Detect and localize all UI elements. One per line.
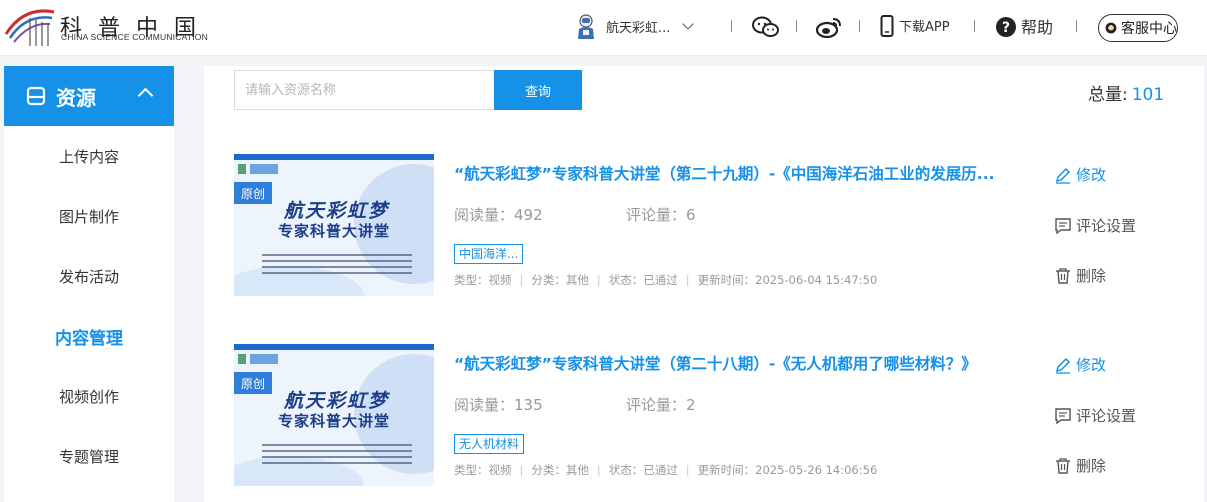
search-button[interactable]: 查询	[494, 70, 582, 110]
content-thumbnail[interactable]: 原创 航天彩虹梦 专家科普大讲堂	[234, 154, 434, 296]
content-meta: 类型：视频 | 分类：其他 | 状态：已通过 | 更新时间：2025-06-04 15:47…	[454, 273, 878, 287]
comment-icon	[1055, 407, 1071, 424]
divider	[731, 20, 732, 32]
download-app-link[interactable]: 下载APP	[899, 16, 950, 35]
edit-label: 修改	[1076, 356, 1107, 374]
content-updated-time: 更新时间：2025-05-26 14:06:56	[697, 463, 878, 477]
search-input[interactable]	[234, 70, 494, 110]
help-link[interactable]: 帮助	[1021, 14, 1053, 38]
sidebar-section-label: 资源	[56, 85, 96, 110]
headset-icon	[1105, 22, 1117, 34]
total-label: 总量:	[1088, 85, 1128, 105]
thumbnail-text-lines	[262, 254, 412, 278]
customer-service-button[interactable]: 客服中心	[1098, 14, 1178, 42]
content-category: 分类：其他	[531, 273, 589, 287]
sidebar-item-upload[interactable]: 上传内容	[4, 126, 174, 186]
thumbnail-subtitle: 专家科普大讲堂	[278, 412, 391, 430]
content-type: 类型：视频	[454, 463, 512, 477]
thumbnail-title: 航天彩虹梦	[284, 390, 390, 412]
sidebar-item-image-making[interactable]: 图片制作	[4, 186, 174, 246]
resource-icon	[26, 86, 46, 106]
comment-settings-button[interactable]: 评论设置	[1054, 405, 1136, 426]
delete-button[interactable]: 删除	[1054, 455, 1106, 476]
thumbnail-subtitle: 专家科普大讲堂	[278, 222, 391, 240]
read-count: 阅读量：492	[454, 206, 543, 224]
pencil-icon	[1055, 357, 1071, 374]
comment-count: 评论量：2	[626, 396, 696, 414]
comment-icon	[1055, 217, 1071, 234]
content-category: 分类：其他	[531, 463, 589, 477]
content-item: 原创 航天彩虹梦 专家科普大讲堂 “航天彩虹梦”专家科普大讲堂（第二十八期）-《…	[234, 344, 1184, 486]
site-logo[interactable]: 科普中国 CHINA SCIENCE COMMUNICATION	[4, 4, 244, 48]
content-meta: 类型：视频 | 分类：其他 | 状态：已通过 | 更新时间：2025-05-26 14:06…	[454, 463, 878, 477]
content-thumbnail[interactable]: 原创 航天彩虹梦 专家科普大讲堂	[234, 344, 434, 486]
help-icon: ?	[996, 17, 1016, 37]
total-count: 总量: 101	[1088, 80, 1164, 105]
content-panel: 查询 总量:101 原创 航天彩虹梦 专家科普大讲堂 “航天彩虹梦”专家科普大讲…	[204, 66, 1204, 502]
user-name: 航天彩虹...	[606, 20, 671, 36]
comment-settings-button[interactable]: 评论设置	[1054, 215, 1136, 236]
chevron-down-icon	[682, 18, 695, 30]
comment-count: 评论量：6	[626, 206, 696, 224]
content-item: 原创 航天彩虹梦 专家科普大讲堂 “航天彩虹梦”专家科普大讲堂（第二十九期）-《…	[234, 154, 1184, 296]
original-badge: 原创	[234, 182, 272, 204]
content-stats: 阅读量：492 评论量：6	[454, 204, 696, 225]
edit-label: 修改	[1076, 166, 1107, 184]
comment-settings-label: 评论设置	[1076, 217, 1137, 235]
sidebar-item-topic-management[interactable]: 专题管理	[4, 426, 174, 486]
content-tag[interactable]: 中国海洋...	[454, 244, 524, 264]
content-title-link[interactable]: “航天彩虹梦”专家科普大讲堂（第二十九期）-《中国海洋石油工业的发展历...	[454, 162, 1014, 184]
trash-icon	[1056, 267, 1070, 284]
user-menu[interactable]: 航天彩虹...	[574, 12, 695, 40]
sidebar-item-video-creation[interactable]: 视频创作	[4, 366, 174, 426]
delete-button[interactable]: 删除	[1054, 265, 1106, 286]
astronaut-avatar-icon	[578, 14, 594, 39]
chevron-up-icon[interactable]	[137, 87, 154, 104]
content-stats: 阅读量：135 评论量：2	[454, 394, 696, 415]
content-updated-time: 更新时间：2025-06-04 15:47:50	[697, 273, 878, 287]
delete-label: 删除	[1076, 267, 1107, 285]
logo-mark-icon	[4, 9, 55, 46]
divider	[974, 20, 975, 32]
sidebar-section-resources[interactable]: 资源	[4, 66, 174, 126]
sidebar: 资源 上传内容 图片制作 发布活动 内容管理 视频创作 专题管理	[4, 66, 174, 502]
content-type: 类型：视频	[454, 273, 512, 287]
logo-english-text: CHINA SCIENCE COMMUNICATION	[61, 32, 208, 42]
trash-icon	[1056, 457, 1070, 474]
content-status: 状态：已通过	[608, 273, 678, 287]
thumbnail-text-lines	[262, 444, 412, 468]
thumbnail-logo	[238, 164, 278, 174]
read-count: 阅读量：135	[454, 396, 543, 414]
content-title-link[interactable]: “航天彩虹梦”专家科普大讲堂（第二十八期）-《无人机都用了哪些材料？》	[454, 352, 1014, 374]
sidebar-item-content-management[interactable]: 内容管理	[4, 306, 174, 366]
svg-text:?: ?	[1002, 20, 1010, 36]
pencil-icon	[1055, 167, 1071, 184]
wechat-icon[interactable]	[752, 16, 780, 38]
total-value: 101	[1131, 85, 1165, 105]
phone-icon	[880, 15, 894, 37]
content-status: 状态：已通过	[608, 463, 678, 477]
original-badge: 原创	[234, 372, 272, 394]
delete-label: 删除	[1076, 457, 1107, 475]
thumbnail-logo	[238, 354, 278, 364]
sidebar-item-publish-activity[interactable]: 发布活动	[4, 246, 174, 306]
thumbnail-title: 航天彩虹梦	[284, 200, 390, 222]
divider	[1076, 20, 1077, 32]
divider	[796, 20, 797, 32]
edit-button[interactable]: 修改	[1054, 164, 1106, 185]
comment-settings-label: 评论设置	[1076, 407, 1137, 425]
top-header: 科普中国 CHINA SCIENCE COMMUNICATION 航天彩虹...…	[0, 0, 1207, 56]
customer-service-label: 客服中心	[1121, 21, 1177, 37]
weibo-icon[interactable]	[816, 16, 842, 38]
edit-button[interactable]: 修改	[1054, 354, 1106, 375]
content-tag[interactable]: 无人机材料	[454, 434, 525, 454]
divider	[859, 20, 860, 32]
